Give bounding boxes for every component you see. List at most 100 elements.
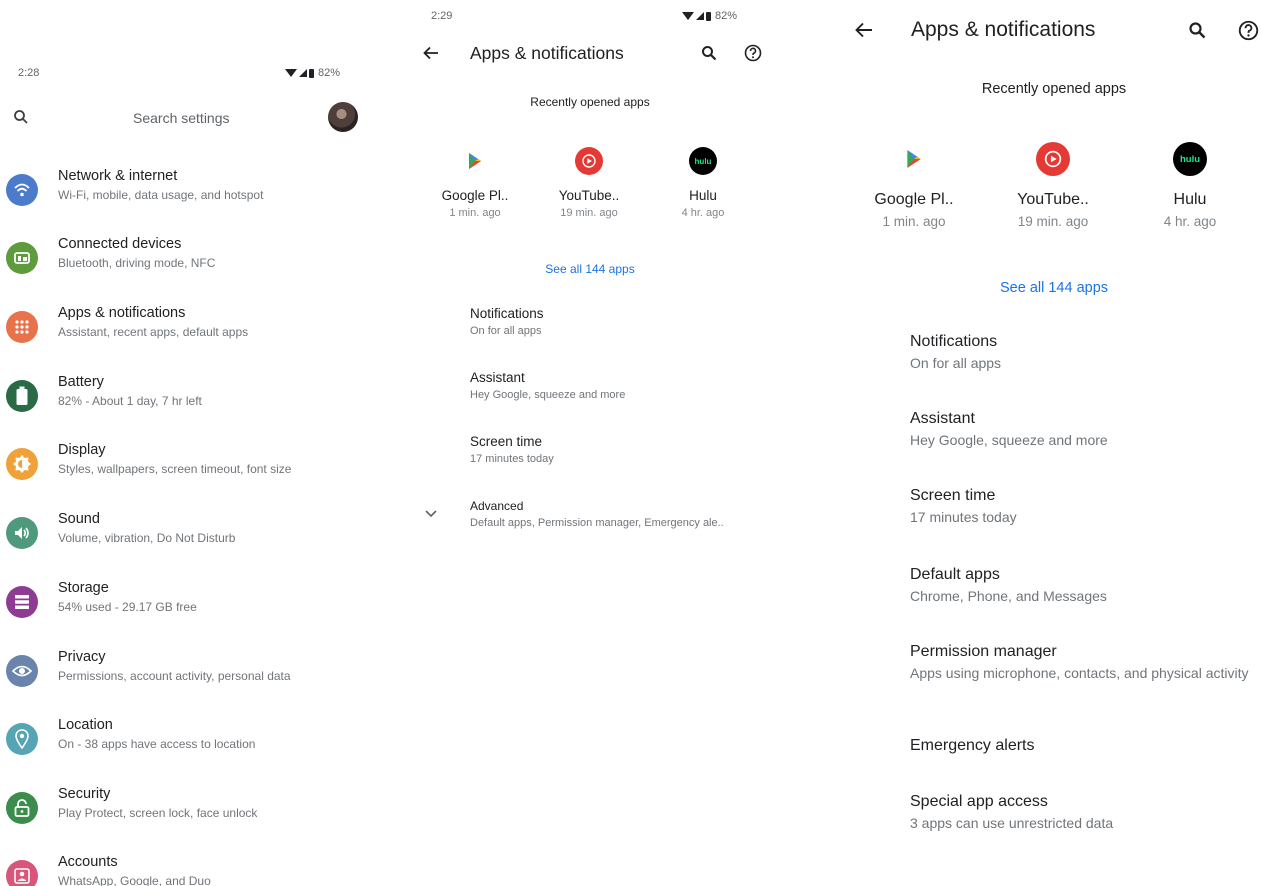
pref-subtitle: Default apps, Permission manager, Emerge… [470, 517, 724, 529]
app-name: Hulu [1173, 191, 1207, 208]
pref-notifications[interactable]: Notifications On for all apps [470, 306, 544, 337]
status-icons: 82% [682, 10, 737, 22]
pref-default-apps[interactable]: Default apps Chrome, Phone, and Messages [910, 566, 1250, 604]
status-icons: 82% [285, 67, 340, 79]
pref-screen-time[interactable]: Screen time 17 minutes today [910, 487, 1250, 525]
devices-icon [6, 242, 38, 274]
setting-subtitle: Volume, vibration, Do Not Disturb [58, 531, 236, 545]
pref-title: Assistant [910, 410, 975, 427]
setting-title: Display [58, 442, 106, 458]
apps-grid-icon [6, 311, 38, 343]
settings-home-screen: 2:28 82% Search settings Network & inter… [0, 0, 400, 886]
pref-advanced[interactable]: Advanced Default apps, Permission manage… [470, 499, 724, 529]
setting-network-internet[interactable]: Network & internet Wi-Fi, mobile, data u… [0, 164, 400, 224]
search-icon[interactable] [697, 42, 721, 64]
recent-app-youtube[interactable]: YouTube.. 19 min. ago [993, 142, 1113, 229]
wifi-icon [6, 174, 38, 206]
setting-privacy[interactable]: Privacy Permissions, account activity, p… [0, 645, 400, 705]
pref-subtitle: 17 minutes today [470, 453, 554, 465]
search-icon[interactable] [13, 109, 29, 130]
see-all-apps-link[interactable]: See all 144 apps [405, 262, 765, 276]
recent-app-hulu[interactable]: hulu Hulu 4 hr. ago [653, 147, 753, 219]
app-name: Hulu [689, 188, 717, 203]
setting-sound[interactable]: Sound Volume, vibration, Do Not Disturb [0, 507, 400, 567]
setting-connected-devices[interactable]: Connected devices Bluetooth, driving mod… [0, 232, 400, 292]
pref-subtitle: 3 apps can use unrestricted data [910, 815, 1114, 831]
setting-subtitle: Play Protect, screen lock, face unlock [58, 806, 258, 820]
signal-icon [682, 11, 711, 21]
search-icon[interactable] [1185, 19, 1209, 41]
recent-app-google-play[interactable]: Google Pl.. 1 min. ago [854, 142, 974, 229]
google-play-icon [461, 147, 489, 175]
battery-icon [6, 380, 38, 412]
pref-screen-time[interactable]: Screen time 17 minutes today [470, 434, 554, 465]
google-play-icon [897, 142, 931, 176]
hulu-logo-text: hulu [1179, 153, 1201, 165]
setting-subtitle: Bluetooth, driving mode, NFC [58, 256, 216, 270]
apps-notifications-screen-expanded: Apps & notifications Recently opened app… [840, 0, 1261, 886]
privacy-eye-icon [6, 655, 38, 687]
pref-permission-manager[interactable]: Permission manager Apps using microphone… [910, 643, 1250, 682]
app-name: Google Pl.. [441, 188, 509, 203]
chevron-down-icon[interactable] [421, 506, 441, 522]
apps-notifications-screen-small: 2:29 82% Apps & notifications Recently o… [405, 0, 765, 886]
help-icon[interactable] [741, 42, 765, 64]
youtube-music-icon [1036, 142, 1070, 176]
pref-subtitle: 17 minutes today [910, 509, 1017, 525]
pref-title: Notifications [910, 333, 998, 350]
app-time: 4 hr. ago [681, 207, 725, 219]
setting-subtitle: 82% - About 1 day, 7 hr left [58, 394, 202, 408]
pref-special-app-access[interactable]: Special app access 3 apps can use unrest… [910, 793, 1250, 831]
pref-subtitle: On for all apps [470, 325, 542, 337]
recent-apps-header: Recently opened apps [981, 81, 1127, 97]
setting-display[interactable]: Display Styles, wallpapers, screen timeo… [0, 438, 400, 498]
pref-title: Special app access [910, 793, 1048, 810]
help-icon[interactable] [1236, 18, 1260, 42]
account-icon [6, 860, 38, 886]
app-name: YouTube.. [1017, 191, 1089, 208]
back-arrow-icon[interactable] [419, 42, 443, 64]
hulu-icon: hulu [1173, 142, 1207, 176]
recent-app-hulu[interactable]: hulu Hulu 4 hr. ago [1130, 142, 1250, 229]
hulu-icon: hulu [689, 147, 717, 175]
setting-subtitle: Styles, wallpapers, screen timeout, font… [58, 462, 292, 476]
recent-app-google-play[interactable]: Google Pl.. 1 min. ago [425, 147, 525, 219]
setting-accounts[interactable]: Accounts WhatsApp, Google, and Duo [0, 850, 400, 886]
setting-apps-notifications[interactable]: Apps & notifications Assistant, recent a… [0, 301, 400, 361]
setting-battery[interactable]: Battery 82% - About 1 day, 7 hr left [0, 370, 400, 430]
search-bar[interactable]: Search settings [0, 100, 370, 136]
app-time: 19 min. ago [1017, 214, 1089, 229]
setting-title: Privacy [58, 649, 106, 665]
recent-apps-header: Recently opened apps [530, 95, 650, 109]
setting-subtitle: Permissions, account activity, personal … [58, 669, 291, 683]
setting-title: Apps & notifications [58, 305, 186, 321]
avatar[interactable] [328, 102, 358, 132]
setting-title: Connected devices [58, 236, 182, 252]
pref-title: Notifications [470, 306, 544, 321]
back-arrow-icon[interactable] [852, 19, 876, 41]
pref-assistant[interactable]: Assistant Hey Google, squeeze and more [910, 410, 1250, 448]
setting-location[interactable]: Location On - 38 apps have access to loc… [0, 713, 400, 773]
battery-percent: 82% [318, 67, 341, 79]
status-time: 2:29 [431, 10, 453, 22]
status-bar: 2:28 [18, 67, 39, 79]
see-all-apps-link[interactable]: See all 144 apps [840, 280, 1261, 296]
setting-title: Network & internet [58, 168, 178, 184]
setting-subtitle: Assistant, recent apps, default apps [58, 325, 249, 339]
pref-notifications[interactable]: Notifications On for all apps [910, 333, 1250, 371]
app-time: 1 min. ago [449, 207, 501, 219]
recent-app-youtube[interactable]: YouTube.. 19 min. ago [539, 147, 639, 219]
setting-security[interactable]: Security Play Protect, screen lock, face… [0, 782, 400, 842]
setting-subtitle: On - 38 apps have access to location [58, 737, 256, 751]
app-time: 4 hr. ago [1163, 214, 1217, 229]
pref-title: Emergency alerts [910, 737, 1035, 754]
page-title: Apps & notifications [470, 43, 624, 63]
youtube-music-icon [575, 147, 603, 175]
pref-assistant[interactable]: Assistant Hey Google, squeeze and more [470, 370, 625, 401]
search-placeholder: Search settings [133, 110, 230, 126]
setting-subtitle: Wi-Fi, mobile, data usage, and hotspot [58, 188, 264, 202]
setting-storage[interactable]: Storage 54% used - 29.17 GB free [0, 576, 400, 636]
setting-title: Sound [58, 511, 100, 527]
pref-emergency-alerts[interactable]: Emergency alerts [910, 737, 1250, 755]
app-time: 19 min. ago [560, 207, 618, 219]
